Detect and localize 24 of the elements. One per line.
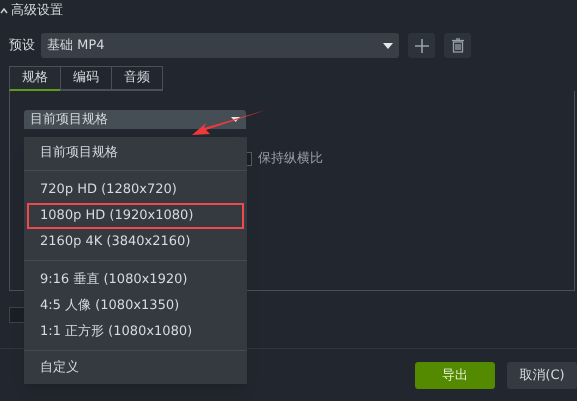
tab[interactable]: 编码 (60, 66, 112, 91)
menu-item[interactable]: 4:5 人像 (1080x1350) (27, 293, 244, 319)
keep-aspect-label: 保持纵横比 (258, 150, 323, 168)
tab[interactable]: 规格 (9, 66, 61, 91)
menu-item[interactable]: 9:16 垂直 (1080x1920) (27, 267, 244, 293)
menu-item[interactable]: 1:1 正方形 (1080x1080) (27, 319, 244, 345)
delete-button[interactable] (444, 33, 471, 58)
cancel-button[interactable]: 取消(C) (507, 362, 577, 389)
export-button[interactable]: 导出 (415, 362, 495, 389)
section-title: 高级设置 (11, 2, 63, 20)
preset-dropdown[interactable]: 基础 MP4 (41, 33, 399, 58)
menu-item[interactable]: 1080p HD (1920x1080) (27, 203, 244, 229)
tab[interactable]: 音频 (111, 66, 163, 91)
plus-icon (414, 38, 430, 54)
menu-item[interactable]: 2160p 4K (3840x2160) (27, 229, 244, 255)
menu-item[interactable]: 720p HD (1280x720) (27, 177, 244, 203)
menu-item[interactable]: 自定义 (27, 355, 244, 381)
add-button[interactable] (408, 33, 435, 58)
trash-icon (450, 38, 464, 53)
caret-icon (383, 42, 393, 48)
menu-item[interactable]: 目前项目规格 (27, 140, 244, 166)
preset-label: 预设 (9, 36, 35, 55)
spec-dropdown[interactable]: 目前项目规格 (24, 110, 246, 129)
collapse-icon[interactable] (0, 7, 8, 15)
